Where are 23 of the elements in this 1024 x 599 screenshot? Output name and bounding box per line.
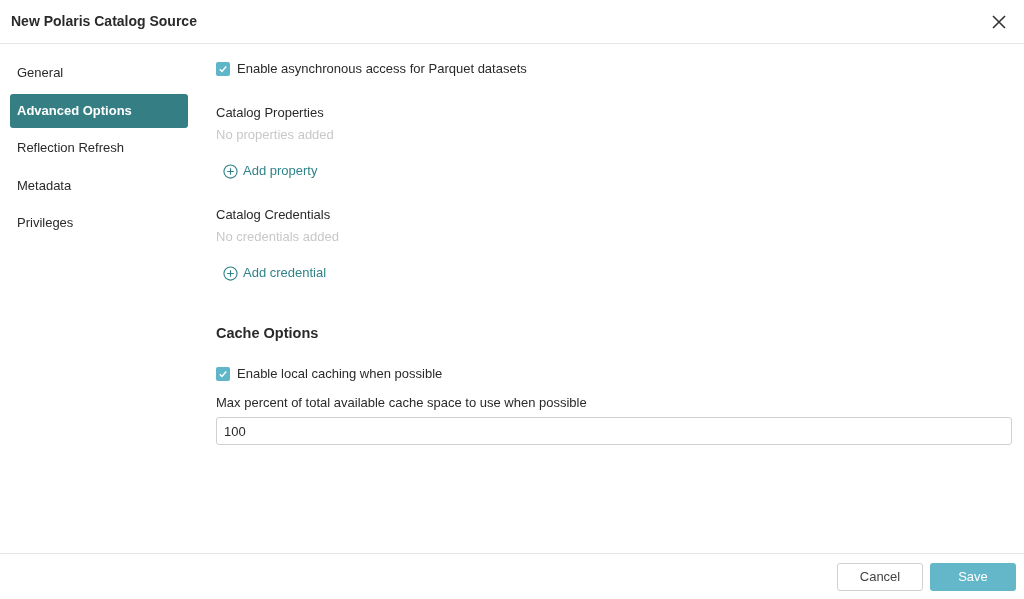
plus-circle-icon <box>223 265 238 281</box>
check-icon <box>218 369 228 379</box>
sidebar-item[interactable]: Advanced Options <box>10 93 188 128</box>
dialog-title: New Polaris Catalog Source <box>11 12 197 31</box>
checkbox-label: Enable asynchronous access for Parquet datasets <box>237 60 527 79</box>
checkbox[interactable] <box>216 367 230 381</box>
sidebar-item[interactable]: Reflection Refresh <box>10 131 188 165</box>
add-link[interactable]: Add property <box>223 159 318 183</box>
section-label: Catalog Credentials <box>216 206 332 224</box>
plus-circle-icon <box>223 163 238 179</box>
checkbox-label: Enable local caching when possible <box>237 365 443 384</box>
add-link[interactable]: Add credential <box>223 261 327 285</box>
input-field[interactable]: 100 <box>216 417 1012 445</box>
section-label: Catalog Properties <box>216 104 325 122</box>
field-label: Max percent of total available cache space to use when possible <box>216 394 588 412</box>
check-icon <box>218 64 228 74</box>
section-heading: Cache Options <box>216 324 320 343</box>
cancel-button[interactable]: Cancel <box>837 562 923 591</box>
sidebar-item[interactable]: General <box>10 56 188 90</box>
close-icon[interactable] <box>990 12 1008 31</box>
sidebar-item[interactable]: Privileges <box>10 206 188 240</box>
checkbox[interactable] <box>216 62 230 76</box>
sidebar-item[interactable]: Metadata <box>10 168 188 203</box>
